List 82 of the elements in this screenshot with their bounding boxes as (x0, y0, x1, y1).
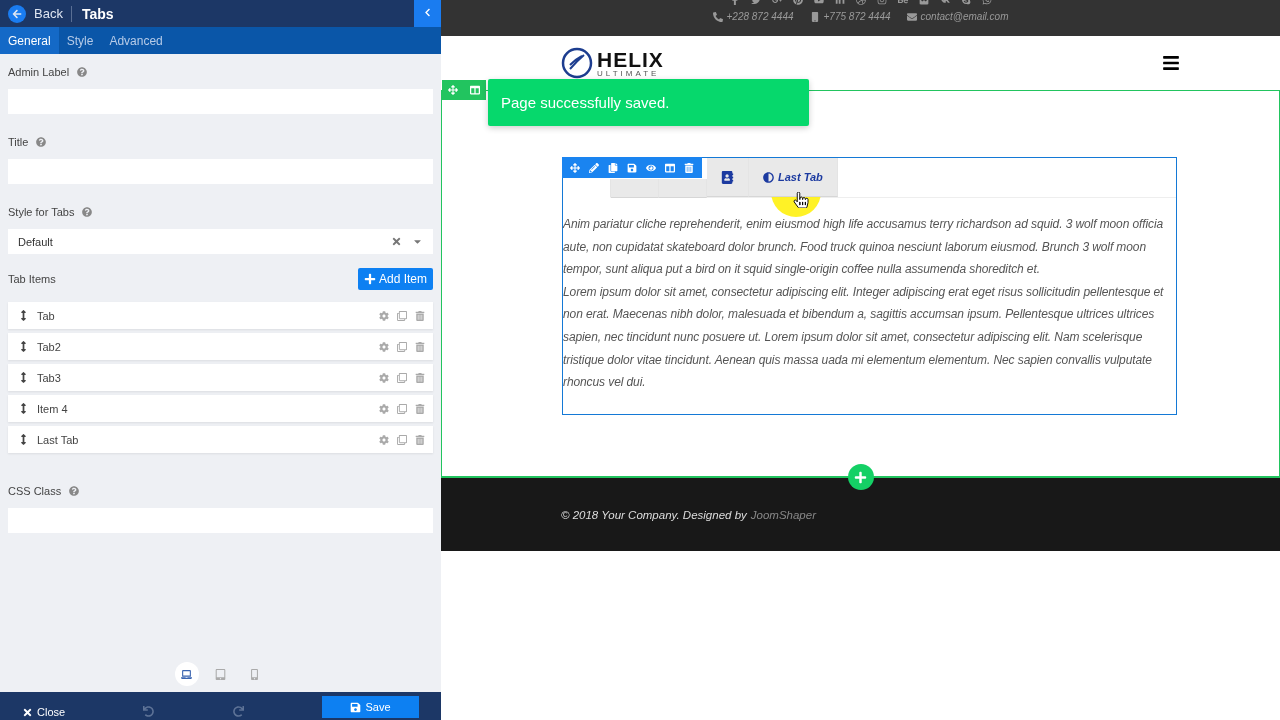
success-toast: Page successfully saved. (488, 79, 809, 126)
save-button[interactable]: Save (321, 696, 419, 718)
move-icon[interactable] (570, 162, 580, 173)
chevron-left-icon (423, 8, 432, 17)
content-tab[interactable] (707, 158, 749, 197)
settings-icon[interactable] (379, 434, 389, 445)
field-label: Title (8, 136, 29, 148)
duplicate-icon[interactable] (397, 434, 407, 445)
help-icon (82, 207, 93, 217)
device-button[interactable] (174, 662, 199, 686)
redo-icon[interactable] (232, 706, 244, 717)
copy-icon[interactable] (608, 162, 618, 173)
phone-icon (712, 11, 723, 22)
duplicate-icon[interactable] (397, 310, 407, 321)
drag-icon[interactable] (18, 372, 29, 383)
help-icon (36, 137, 47, 147)
help-icon (69, 486, 80, 496)
hand-cursor-icon (793, 192, 809, 208)
arrow-left-icon (8, 4, 26, 23)
field-label: Style for Tabs (8, 206, 75, 218)
contact-card-icon (721, 170, 734, 184)
drag-icon[interactable] (18, 341, 29, 352)
delete-icon[interactable] (415, 434, 425, 445)
add-section-button[interactable] (847, 464, 874, 490)
envelope-icon (906, 11, 917, 22)
pencil-icon[interactable] (589, 162, 599, 173)
contact-info: +228 872 4444 (712, 11, 794, 22)
contact-info: +775 872 4444 (809, 11, 891, 22)
tab-item[interactable]: Tab2 (8, 333, 433, 360)
drag-icon[interactable] (18, 434, 29, 445)
delete-icon[interactable] (415, 310, 425, 321)
tab-item[interactable]: Item 4 (8, 395, 433, 422)
phone-icon (809, 11, 820, 22)
field-label: CSS Class (8, 485, 62, 497)
settings-icon[interactable] (379, 403, 389, 414)
content-tab[interactable]: Last Tab (749, 158, 838, 197)
move-icon[interactable] (448, 85, 458, 95)
phone-icon (249, 668, 260, 680)
duplicate-icon[interactable] (397, 403, 407, 414)
settings-tab[interactable]: Advanced (101, 27, 171, 54)
undo-icon[interactable] (143, 706, 155, 717)
eye-icon[interactable] (646, 162, 656, 173)
plus-icon (854, 470, 867, 484)
settings-tab[interactable]: General (0, 27, 59, 54)
field-label: Admin Label (8, 66, 70, 78)
tab-item[interactable]: Tab3 (8, 364, 433, 391)
drag-icon[interactable] (18, 403, 29, 414)
back-button[interactable]: Back (8, 4, 63, 23)
tab-item[interactable]: Tab (8, 302, 433, 329)
menu-icon[interactable] (1162, 54, 1180, 72)
designer-link[interactable]: JoomShaper (750, 508, 816, 521)
duplicate-icon[interactable] (397, 341, 407, 352)
delete-icon[interactable] (415, 341, 425, 352)
delete-icon[interactable] (415, 403, 425, 414)
columns-icon[interactable] (470, 85, 480, 95)
panel-title: Tabs (70, 5, 114, 22)
drag-icon[interactable] (18, 310, 29, 321)
delete-icon[interactable] (684, 162, 694, 173)
section-label: Tab Items (8, 273, 56, 285)
style-select[interactable]: Default (8, 229, 433, 254)
plus-icon (363, 273, 376, 285)
settings-icon[interactable] (379, 372, 389, 383)
clear-icon[interactable] (391, 236, 402, 247)
add-item-button[interactable]: Add Item (357, 268, 433, 290)
settings-tab[interactable]: Style (58, 27, 102, 54)
site-logo[interactable]: HELIX ULTIMATE (561, 47, 664, 79)
help-icon (77, 67, 88, 77)
duplicate-icon[interactable] (397, 372, 407, 383)
copyright-text: © 2018 Your Company. Designed by JoomShaper (561, 508, 816, 521)
contact-info: contact@email.com (906, 11, 1009, 22)
settings-icon[interactable] (379, 310, 389, 321)
delete-icon[interactable] (415, 372, 425, 383)
close-button[interactable]: Close (22, 706, 66, 718)
tab-item[interactable]: Last Tab (8, 426, 433, 453)
close-icon (22, 706, 33, 718)
tab-paragraph: Lorem ipsum dolor sit amet, consectetur adipiscing elit. Integer adipiscing erat eget risus sollicitudin pellentesque et non erat. Maecenas nibh dolor, malesuada et bibendum a, sagittis accumsan ipsum. Pellentesque ultrices ultrices sapien, nec tincidunt nunc posuere ut. Lorem ipsum dolor sit amet, consectetur adipiscing elit. Nam scelerisque tristique dolor vitae tincidunt. Aenean quis massa uada mi elementum elementum. Nec sapien convallis vulputate rhoncus vel dui. (563, 283, 1165, 392)
desktop-icon (181, 668, 192, 680)
tablet-icon (215, 668, 226, 680)
logo-icon (561, 47, 593, 79)
tab-paragraph: Anim pariatur cliche reprehenderit, enim eiusmod high life accusamus terry richardson ad squid. 3 wolf moon officia aute, non cupidatat skateboard dolor brunch. Food truck quinoa nesciunt laborum eiusmod. Brunch 3 wolf moon tempor, sunt aliqua put a bird on it squid single-origin coffee nulla assumenda shoreditch et. (563, 216, 1165, 279)
columns-icon[interactable] (665, 162, 675, 173)
settings-icon[interactable] (379, 341, 389, 352)
